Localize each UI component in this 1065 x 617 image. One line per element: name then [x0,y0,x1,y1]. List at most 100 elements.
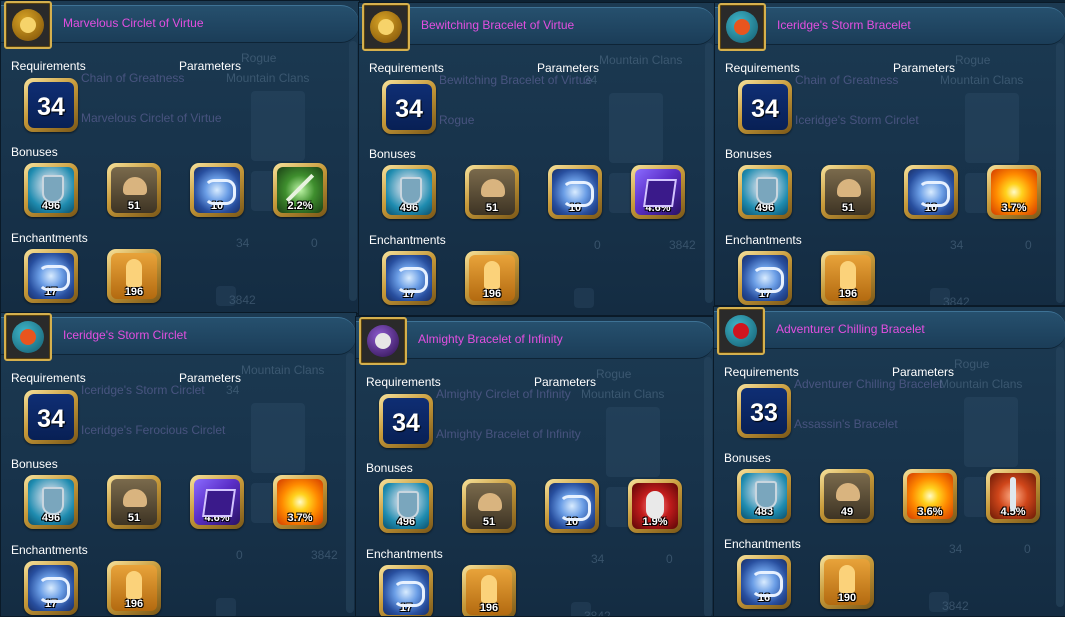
enchantment-value: 17 [402,288,416,300]
background-window-text: Rogue [954,357,990,371]
level-value: 34 [392,409,420,437]
armor-icon: 496 [28,167,74,213]
enchantment-tile[interactable]: 196 [462,565,516,616]
bonus-tile[interactable]: 51 [107,475,161,529]
bonus-value: 4.6% [645,202,671,214]
bonus-value: 496 [41,200,61,212]
background-window-text: Rogue [439,113,475,127]
item-title: Iceridge's Storm Bracelet [777,18,911,32]
bonuses-header: Bonuses [11,145,58,159]
enchantment-tile[interactable]: 17 [379,565,433,616]
enchantment-value: 17 [44,286,58,298]
bonus-value: 496 [399,202,419,214]
bonus-tile[interactable]: 4.5% [986,469,1040,523]
background-scrollbar [349,41,357,301]
bonus-value: 3.7% [287,512,313,524]
spiral-icon: 3.7% [277,479,323,525]
enchantments-header: Enchantments [724,537,801,551]
enchantment-tile[interactable]: 196 [465,251,519,305]
background-window-shape [574,288,594,308]
background-window-text: Chain of Greatness [81,71,185,85]
bonus-tile[interactable]: 10 [190,163,244,217]
background-window-shape [216,598,236,616]
bonus-tile[interactable]: 49 [820,469,874,523]
enchantment-tile[interactable]: 196 [107,249,161,303]
bonuses-header: Bonuses [725,147,772,161]
enchantment-tile[interactable]: 196 [107,561,161,615]
enchantment-value: 196 [482,288,502,300]
parameters-header: Parameters [534,375,597,389]
background-scrollbar [346,353,354,613]
background-window-text: 0 [1024,542,1031,556]
ice-bracelet-icon [718,3,766,51]
enchantments-header: Enchantments [369,233,446,247]
item-title: Marvelous Circlet of Virtue [63,16,204,30]
level-requirement-tile: 33 [737,384,791,438]
enchantment-value: 17 [44,598,58,610]
level-badge-icon: 33 [741,388,787,434]
item-tooltip-panel: Chain of Greatness Iceridge's Storm Circl… [714,2,1065,306]
enchantment-value: 196 [124,598,144,610]
bonus-tile[interactable]: 3.7% [987,165,1041,219]
bonus-tile[interactable]: 10 [904,165,958,219]
bonus-value: 51 [127,200,141,212]
scroll-icon: 10 [908,169,954,215]
enchantment-tile[interactable]: 17 [382,251,436,305]
bonus-tile[interactable]: 496 [24,475,78,529]
skull-bracelet-icon [359,317,407,365]
spiral-icon: 3.6% [907,473,953,519]
enchantment-value: 196 [479,602,499,614]
background-window-text: Mountain Clans [226,71,310,85]
enchantment-tile[interactable]: 190 [820,555,874,609]
enchantment-tile[interactable]: 196 [821,251,875,305]
bonus-tile[interactable]: 4.6% [631,165,685,219]
bonus-tile[interactable]: 51 [465,165,519,219]
bonus-tile[interactable]: 1.9% [628,479,682,533]
level-requirement-tile: 34 [379,394,433,448]
bonus-tile[interactable]: 496 [382,165,436,219]
ruby-bracelet-icon [717,307,765,355]
background-scrollbar [1056,43,1064,303]
bonus-tile[interactable]: 10 [545,479,599,533]
bonuses-header: Bonuses [724,451,771,465]
bonus-tile[interactable]: 51 [462,479,516,533]
strength-icon: 51 [825,169,871,215]
requirements-header: Requirements [725,61,800,75]
bonus-tile[interactable]: 496 [738,165,792,219]
bonus-tile[interactable]: 496 [379,479,433,533]
background-window-text: Marvelous Circlet of Virtue [81,111,222,125]
background-window-text: Mountain Clans [939,377,1023,391]
enchantment-tile[interactable]: 17 [24,561,78,615]
background-window-text: Rogue [241,51,277,65]
bonus-tile[interactable]: 3.7% [273,475,327,529]
background-window-shape [606,407,660,477]
body-icon: 190 [824,559,870,605]
background-window-shape [251,91,305,161]
bonus-tile[interactable]: 2.2% [273,163,327,217]
level-value: 33 [750,399,778,427]
level-requirement-tile: 34 [24,390,78,444]
item-tooltip-panel: Adventurer Chilling Bracelet Assassin's B… [713,306,1065,617]
bonus-tile[interactable]: 10 [548,165,602,219]
requirements-header: Requirements [724,365,799,379]
background-window-text: Adventurer Chilling Bracelet [794,377,943,391]
bonus-tile[interactable]: 51 [107,163,161,217]
strength-icon: 51 [469,169,515,215]
enchantment-tile[interactable]: 17 [24,249,78,303]
spiral-icon: 3.7% [991,169,1037,215]
bonus-tile[interactable]: 483 [737,469,791,523]
strength-icon: 51 [466,483,512,529]
bonus-tile[interactable]: 4.6% [190,475,244,529]
enchantments-header: Enchantments [11,543,88,557]
enchantment-tile[interactable]: 17 [738,251,792,305]
bonus-tile[interactable]: 496 [24,163,78,217]
item-title: Almighty Bracelet of Infinity [418,332,563,346]
item-icon-core [375,333,391,349]
bonus-tile[interactable]: 51 [821,165,875,219]
bonus-value: 49 [840,506,854,518]
background-window-text: Mountain Clans [599,53,683,67]
background-window-text: 34 [236,236,250,250]
enchantment-tile[interactable]: 16 [737,555,791,609]
item-icon-core [734,19,750,35]
bonus-tile[interactable]: 3.6% [903,469,957,523]
